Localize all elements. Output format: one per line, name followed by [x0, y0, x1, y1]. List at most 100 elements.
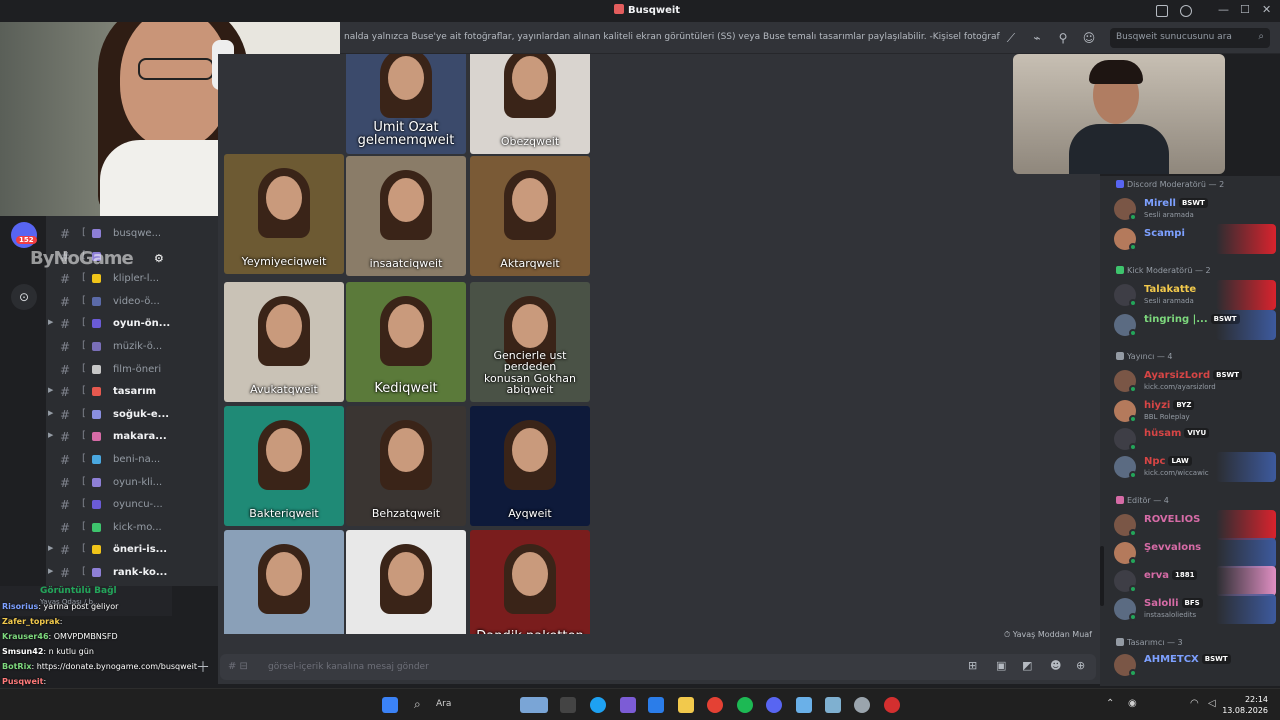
image-attachment[interactable]: Aktarqweit [470, 156, 590, 276]
image-attachment[interactable]: Dandik paketten [470, 530, 590, 634]
discover-icon[interactable]: ⊙ [11, 284, 37, 310]
channel-item[interactable]: # [müzik-ö... [46, 337, 218, 357]
discord-icon[interactable] [766, 697, 782, 713]
member-item[interactable]: Talakatte Sesli aramada [1114, 280, 1276, 310]
image-attachment[interactable]: Behzatqweit [346, 406, 466, 526]
notifications-muted-icon[interactable]: ⌁ [1030, 31, 1044, 45]
member-item[interactable]: Salolli BFS instasaloliedits [1114, 594, 1276, 624]
sticker-icon[interactable]: ◩ [1022, 660, 1034, 672]
image-caption: insaatciqweit [369, 257, 443, 271]
volume-icon[interactable]: ◁ [1208, 698, 1216, 709]
channel-item[interactable]: # [oyuncu-... [46, 495, 218, 515]
member-list-scrollbar[interactable] [1100, 546, 1104, 606]
member-item[interactable]: hüsam VIYU [1114, 424, 1276, 454]
image-attachment[interactable]: Bakteriqweit [224, 406, 344, 526]
collapse-arrow-icon[interactable]: ▶ [48, 431, 53, 439]
member-item[interactable]: Şevvalons [1114, 538, 1276, 568]
threads-icon[interactable]: ⟋ [1004, 31, 1018, 45]
pin-icon[interactable]: ⚲ [1056, 31, 1070, 45]
member-list-icon[interactable]: ☺ [1082, 31, 1096, 45]
photo-face [266, 304, 302, 348]
image-attachment[interactable]: Yeymiyeciqweit [224, 154, 344, 274]
channel-item[interactable]: # [video-ö... [46, 292, 218, 312]
member-item[interactable]: Mirell BSWT Sesli aramada [1114, 194, 1276, 224]
channel-item[interactable]: # [klipler-l... [46, 269, 218, 289]
image-attachment[interactable] [346, 530, 466, 634]
channel-item[interactable]: ▶ # [öneri-is... [46, 540, 218, 560]
collapse-arrow-icon[interactable]: ▶ [48, 386, 53, 394]
minimize-button[interactable]: — [1218, 3, 1229, 16]
member-item[interactable]: hiyzi BYZ BBL Roleplay [1114, 396, 1276, 426]
help-icon[interactable] [1180, 5, 1192, 17]
spotify-icon[interactable] [737, 697, 753, 713]
channel-item[interactable]: # [oyun-kli... [46, 473, 218, 493]
emoji-icon[interactable]: ☻ [1050, 660, 1062, 672]
collapse-arrow-icon[interactable]: ▶ [48, 567, 53, 575]
member-item[interactable]: Npc LAW kick.com/wiccawic [1114, 452, 1276, 482]
edge-icon[interactable] [590, 697, 606, 713]
inbox-icon[interactable] [1156, 5, 1168, 17]
image-attachment[interactable]: Umit Ozat gelememqweit [346, 54, 466, 154]
chrome-icon[interactable] [707, 697, 723, 713]
explorer-icon[interactable] [678, 697, 694, 713]
image-attachment[interactable]: Obezqweit [470, 54, 590, 154]
channel-item[interactable]: # [busqwe... [46, 224, 218, 244]
app-icon[interactable] [796, 697, 812, 713]
server-icon-active[interactable] [11, 222, 37, 248]
obs-icon[interactable] [884, 697, 900, 713]
channel-topic[interactable]: nalda yalnızca Buse'ye ait fotoğraflar, … [344, 32, 1000, 42]
copilot-icon[interactable] [620, 697, 636, 713]
message-input[interactable]: # ⊟ görsel-içerik kanalına mesaj gönder … [220, 654, 1096, 680]
image-attachment[interactable] [224, 530, 344, 634]
collapse-arrow-icon[interactable]: ▶ [48, 409, 53, 417]
tray-chevron-icon[interactable]: ⌃ [1106, 698, 1114, 709]
settings-icon[interactable] [854, 697, 870, 713]
channel-item[interactable]: # [kick-mo... [46, 518, 218, 538]
close-button[interactable]: ✕ [1262, 3, 1271, 16]
member-item[interactable]: ROVELIOS [1114, 510, 1276, 540]
member-item[interactable]: tingring |... BSWT [1114, 310, 1276, 340]
bracket-icon: [ [82, 407, 86, 419]
channel-item[interactable]: ▶ # [soğuk-e... [46, 405, 218, 425]
apps-icon[interactable]: ⊕ [1076, 660, 1088, 672]
channel-name: klipler-l... [113, 273, 160, 285]
widgets-icon[interactable] [520, 697, 548, 713]
member-activity: BBL Roleplay [1144, 413, 1190, 421]
gear-icon[interactable]: ⚙ [154, 252, 164, 265]
member-item[interactable]: AHMETCX BSWT [1114, 650, 1276, 680]
taskbar-clock[interactable]: 22:14 13.08.2026 [1222, 694, 1268, 716]
maximize-button[interactable]: ☐ [1240, 3, 1250, 16]
member-item[interactable]: erva 1881 [1114, 566, 1276, 596]
tray-app-icon[interactable]: ◉ [1128, 698, 1137, 709]
clock-time: 22:14 [1244, 695, 1268, 704]
collapse-arrow-icon[interactable]: ▶ [48, 318, 53, 326]
store-icon[interactable] [648, 697, 664, 713]
member-item[interactable]: Scampi [1114, 224, 1276, 254]
channel-item[interactable]: # [beni-na... [46, 450, 218, 470]
hash-icon: # [60, 543, 71, 558]
gift-icon[interactable]: ⊞ [968, 660, 980, 672]
wifi-icon[interactable]: ◠ [1190, 698, 1199, 709]
channel-emoji-icon [92, 455, 101, 464]
task-view-icon[interactable] [560, 697, 576, 713]
channel-item[interactable]: # [film-öneri [46, 360, 218, 380]
member-item[interactable]: AyarsizLord BSWT kick.com/ayarsizlord [1114, 366, 1276, 396]
image-attachment[interactable]: Ayqweit [470, 406, 590, 526]
image-attachment[interactable]: Kediqweit [346, 282, 466, 402]
app2-icon[interactable] [825, 697, 841, 713]
channel-item[interactable]: ▶ # [rank-ko... [46, 563, 218, 583]
image-attachment[interactable]: insaatciqweit [346, 156, 466, 276]
image-attachment[interactable]: Gencierle ust perdeden konusan Gokhan ab… [470, 282, 590, 402]
member-group-label: Kick Moderatörü — 2 [1127, 266, 1211, 275]
collapse-arrow-icon[interactable]: ▶ [48, 544, 53, 552]
channel-item[interactable]: ▶ # [oyun-ön... [46, 314, 218, 334]
channel-name: müzik-ö... [113, 341, 163, 352]
start-icon[interactable] [382, 697, 398, 713]
image-attachment[interactable]: Avukatqweit [224, 282, 344, 402]
channel-item[interactable]: ▶ # [makara... [46, 427, 218, 447]
gif-icon[interactable]: ▣ [996, 660, 1008, 672]
server-search-input[interactable]: Busqweit sunucusunu ara ⌕ [1110, 28, 1270, 48]
taskbar-search[interactable]: ⌕ Ara [404, 695, 514, 715]
channel-item[interactable]: ▶ # [tasarım [46, 382, 218, 402]
hash-icon: # [60, 475, 71, 490]
